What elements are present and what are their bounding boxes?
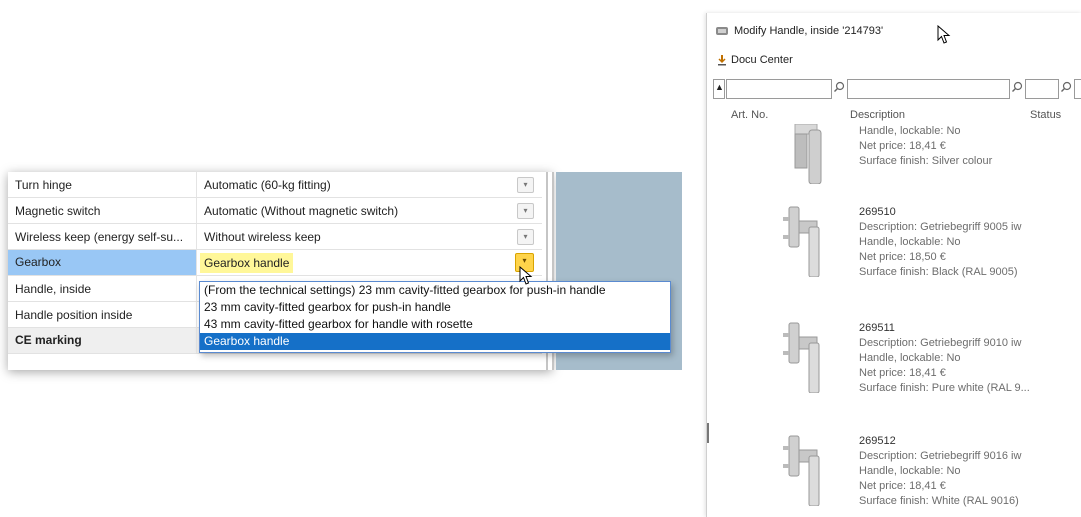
search-icon[interactable] <box>833 81 845 93</box>
handle-thumbnail <box>783 322 820 393</box>
item-detail: Handle, lockable: No <box>859 125 961 137</box>
dropdown-arrow-button[interactable]: ▾ <box>517 203 534 219</box>
property-value-text: Automatic (Without magnetic switch) <box>204 203 399 218</box>
collapse-toggle[interactable]: ▲ <box>713 79 725 99</box>
mouse-cursor-icon <box>937 25 951 44</box>
item-detail: Net price: 18,41 € <box>859 367 946 379</box>
item-detail: Surface finish: White (RAL 9016) <box>859 495 1019 507</box>
item-detail: Net price: 18,41 € <box>859 140 946 152</box>
property-value-text: Automatic (60-kg fitting) <box>204 177 331 192</box>
filter-input[interactable] <box>1074 79 1081 99</box>
column-header-art-no[interactable]: Art. No. <box>731 109 768 121</box>
docu-center-icon <box>718 55 726 66</box>
item-detail: Net price: 18,41 € <box>859 480 946 492</box>
item-detail: Handle, lockable: No <box>859 465 961 477</box>
docu-center-link[interactable]: Docu Center <box>717 54 793 66</box>
handle-thumbnail <box>783 435 820 506</box>
item-detail: Surface finish: Silver colour <box>859 155 993 167</box>
item-code: 269511 <box>859 322 895 334</box>
property-value[interactable]: Gearbox handle ▾ <box>197 250 542 275</box>
mouse-cursor-icon <box>519 266 533 285</box>
dialog-title: Modify Handle, inside '214793' <box>715 25 883 37</box>
column-header-status[interactable]: Status <box>1030 109 1061 121</box>
dropdown-option[interactable]: 43 mm cavity-fitted gearbox for handle w… <box>200 316 670 333</box>
docu-center-label: Docu Center <box>731 54 793 66</box>
property-name: Gearbox <box>8 250 196 275</box>
item-info: Handle, lockable: No Net price: 18,41 € … <box>859 124 992 169</box>
property-value-text: Gearbox handle <box>200 252 294 273</box>
property-row-magnetic-switch[interactable]: Magnetic switch Automatic (Without magne… <box>8 198 542 224</box>
item-detail: Handle, lockable: No <box>859 236 961 248</box>
description-filter-input[interactable] <box>847 79 1010 99</box>
status-filter-input[interactable] <box>1025 79 1059 99</box>
item-detail: Description: Getriebegriff 9010 iw <box>859 337 1022 349</box>
modify-handle-dialog: Modify Handle, inside '214793' Docu Cent… <box>706 13 1081 517</box>
property-row-wireless-keep[interactable]: Wireless keep (energy self-su... Without… <box>8 224 542 250</box>
item-info: 269511 Description: Getriebegriff 9010 i… <box>859 321 1030 396</box>
property-name: CE marking <box>8 328 196 353</box>
dropdown-arrow-button[interactable]: ▾ <box>517 177 534 193</box>
gearbox-dropdown-list: (From the technical settings) 23 mm cavi… <box>199 281 671 353</box>
dropdown-option-selected[interactable]: Gearbox handle <box>200 333 670 350</box>
property-name: Handle, inside <box>15 281 92 296</box>
item-code: 269510 <box>859 206 896 218</box>
handle-icon <box>716 27 728 35</box>
item-detail: Handle, lockable: No <box>859 352 961 364</box>
dropdown-option[interactable]: 23 mm cavity-fitted gearbox for push-in … <box>200 299 670 316</box>
property-name: Turn hinge <box>15 177 72 192</box>
property-value[interactable]: Without wireless keep ▾ <box>197 224 542 249</box>
dialog-title-text: Modify Handle, inside '214793' <box>734 25 884 37</box>
scroll-indicator <box>707 423 709 443</box>
item-detail: Net price: 18,50 € <box>859 251 946 263</box>
property-row-turn-hinge[interactable]: Turn hinge Automatic (60-kg fitting) ▾ <box>8 172 542 198</box>
dropdown-arrow-button[interactable]: ▾ <box>517 229 534 245</box>
item-info: 269512 Description: Getriebegriff 9016 i… <box>859 434 1021 509</box>
column-header-description[interactable]: Description <box>850 109 905 121</box>
item-detail: Surface finish: Pure white (RAL 9... <box>859 382 1030 394</box>
item-code: 269512 <box>859 435 896 447</box>
property-name: Wireless keep (energy self-su... <box>15 229 184 244</box>
item-detail: Description: Getriebegriff 9005 iw <box>859 221 1022 233</box>
item-detail: Surface finish: Black (RAL 9005) <box>859 266 1018 278</box>
search-icon[interactable] <box>1060 81 1072 93</box>
handle-thumbnail <box>783 206 820 277</box>
property-value[interactable]: Automatic (60-kg fitting) ▾ <box>197 172 542 197</box>
dropdown-option[interactable]: (From the technical settings) 23 mm cavi… <box>200 282 670 299</box>
item-detail: Description: Getriebegriff 9016 iw <box>859 450 1022 462</box>
property-name: Handle position inside <box>15 307 133 322</box>
search-icon[interactable] <box>1011 81 1023 93</box>
art-no-filter-input[interactable] <box>726 79 832 99</box>
handle-thumbnail <box>794 124 822 184</box>
filter-bar: ▲ <box>713 79 1081 101</box>
item-info: 269510 Description: Getriebegriff 9005 i… <box>859 205 1021 280</box>
property-value-text: Without wireless keep <box>204 229 321 244</box>
property-value[interactable]: Automatic (Without magnetic switch) ▾ <box>197 198 542 223</box>
property-row-gearbox[interactable]: Gearbox Gearbox handle ▾ <box>8 250 542 276</box>
property-name: Magnetic switch <box>15 203 101 218</box>
